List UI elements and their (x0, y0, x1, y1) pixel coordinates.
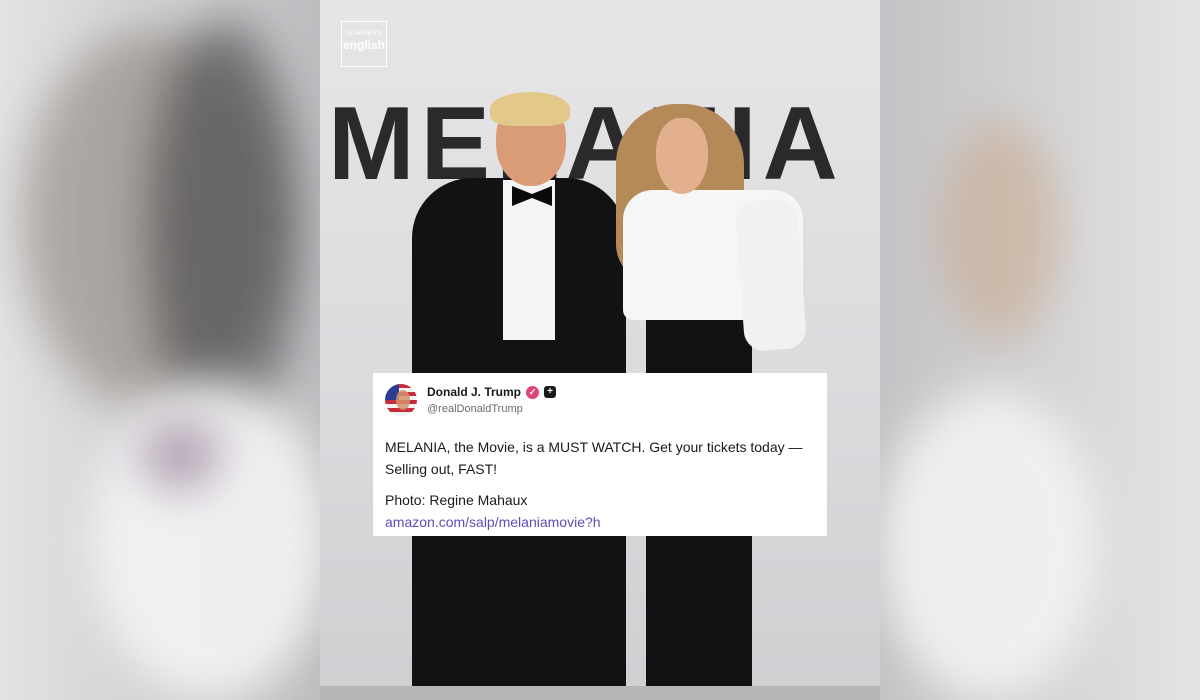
post-link[interactable]: amazon.com/salp/melaniamovie?h (385, 514, 601, 530)
woman-face (656, 118, 708, 194)
verified-badge-icon: ✓ (526, 385, 540, 399)
alarabiya-logo: ALARABIYA english (341, 21, 387, 67)
logo-line1: ALARABIYA (346, 31, 382, 37)
backdrop-title: MELANIA (328, 86, 844, 202)
author-name[interactable]: Donald J. Trump (427, 385, 521, 399)
blurred-background-left (0, 0, 320, 700)
logo-line2: english (342, 38, 385, 52)
blurred-background-right (880, 0, 1200, 700)
man-hair (490, 92, 570, 126)
photo-credit: Photo: Regine Mahaux (385, 492, 528, 508)
post-card: Donald J. Trump ✓ + @realDonaldTrump MEL… (373, 373, 827, 536)
post-text: MELANIA, the Movie, is a MUST WATCH. Get… (385, 439, 803, 477)
affiliation-badge-icon: + (544, 386, 557, 398)
floor (320, 686, 880, 700)
author-avatar[interactable] (385, 384, 417, 416)
author-handle[interactable]: @realDonaldTrump (427, 403, 523, 415)
main-photo: MELANIA ALARABIYA english (320, 0, 880, 700)
woman-arm (734, 198, 808, 352)
author-name-row: Donald J. Trump ✓ + (427, 385, 557, 399)
